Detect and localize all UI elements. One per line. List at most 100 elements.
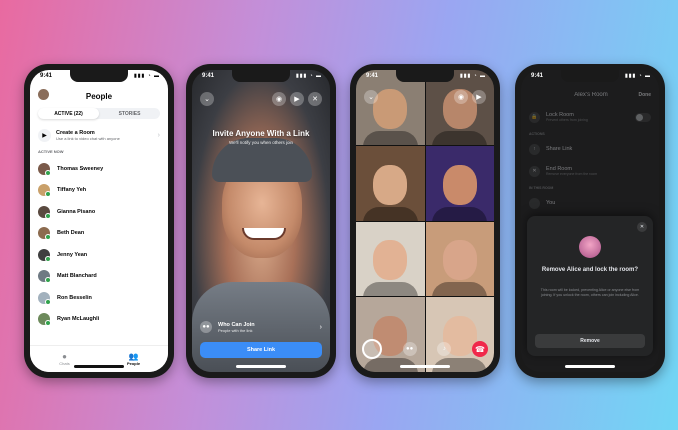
participant-face bbox=[373, 240, 408, 281]
tab-active[interactable]: ACTIVE (22) bbox=[38, 108, 99, 119]
list-item[interactable]: Ryan McLaughli bbox=[38, 309, 160, 331]
camera-flip-icon[interactable]: ◉ bbox=[454, 90, 468, 104]
signal-icons: ▮▮▮ ◔ ▬ bbox=[624, 73, 651, 79]
share-icon: ↑ bbox=[529, 143, 540, 155]
phone-invite-link: 9:41 ▮▮▮ ◔ ▬ ⌄ ◉ ▶ ✕ Invite Anyone With … bbox=[186, 64, 336, 378]
person-name: Gianna Pisano bbox=[57, 208, 96, 215]
list-item[interactable]: Matt Blanchard bbox=[38, 266, 160, 288]
microphone-icon[interactable]: ♪ bbox=[437, 342, 452, 356]
capture-button[interactable] bbox=[362, 339, 382, 359]
participant-you: You bbox=[546, 200, 556, 206]
list-item[interactable]: Tiffany Yeh bbox=[38, 180, 160, 202]
list-item[interactable]: Thomas Sweeney bbox=[38, 158, 160, 180]
share-link-row[interactable]: ↑ Share Link bbox=[529, 140, 651, 158]
video-grid bbox=[356, 70, 494, 372]
chevron-right-icon: › bbox=[157, 131, 160, 139]
share-link-label: Share Link bbox=[546, 146, 573, 152]
share-link-button[interactable]: Share Link bbox=[200, 342, 322, 358]
page-title: People bbox=[85, 91, 113, 101]
promo-stage: 9:41 ▮▮▮ ◔ ▬ People ACTIVE (22) STORIES … bbox=[0, 0, 678, 430]
close-icon: ✕ bbox=[529, 165, 540, 177]
home-indicator bbox=[74, 365, 124, 368]
participant-body bbox=[362, 130, 418, 145]
list-item[interactable]: Beth Dean bbox=[38, 223, 160, 245]
dialog-description: This room will be locked, preventing Ali… bbox=[540, 288, 640, 297]
invite-subheadline: We'll notify you when others join bbox=[228, 140, 294, 145]
collapse-icon[interactable]: ⌄ bbox=[364, 90, 378, 104]
status-time: 9:41 bbox=[40, 73, 53, 79]
list-item[interactable]: Jenny Yean bbox=[38, 244, 160, 266]
close-icon[interactable]: ✕ bbox=[637, 222, 647, 232]
lock-room-subtitle: Prevent others from joining bbox=[546, 118, 588, 122]
group-icon: ●● bbox=[200, 321, 212, 333]
end-call-icon[interactable]: ☎ bbox=[471, 341, 488, 357]
participant-you-row: You bbox=[529, 194, 651, 212]
person-name: Jenny Yean bbox=[57, 251, 88, 258]
done-button[interactable]: Done bbox=[639, 92, 652, 98]
home-indicator bbox=[565, 365, 615, 368]
close-icon[interactable]: ✕ bbox=[308, 92, 322, 106]
nav-bar: Alex's Room Done bbox=[531, 88, 651, 102]
video-call-screen: 9:41 ▮▮▮ ◔ ▬ ⌄ ◉ ▶ ●● ♪ ☎ bbox=[356, 70, 494, 372]
participant-body bbox=[432, 130, 488, 145]
lock-room-row[interactable]: 🔒 Lock Room Prevent others from joining bbox=[529, 108, 651, 126]
tab-stories[interactable]: STORIES bbox=[99, 108, 160, 119]
people-list: Thomas Sweeney Tiffany Yeh Gianna Pisano Be… bbox=[38, 158, 160, 330]
in-room-label: IN THIS ROOM bbox=[529, 186, 554, 190]
video-tile[interactable] bbox=[425, 145, 494, 221]
avatar bbox=[38, 248, 51, 262]
status-time: 9:41 bbox=[202, 73, 215, 79]
lock-icon: 🔒 bbox=[529, 111, 540, 123]
tab-chats[interactable]: ● Chats bbox=[30, 346, 99, 372]
person-name: Matt Blanchard bbox=[57, 273, 97, 280]
participants-icon[interactable]: ●● bbox=[402, 342, 417, 356]
avatar bbox=[38, 270, 51, 284]
camera-flip-icon[interactable]: ◉ bbox=[272, 92, 286, 106]
top-controls: ⌄ ◉ ▶ bbox=[364, 90, 486, 104]
home-indicator bbox=[236, 365, 286, 368]
chat-bubble-icon: ● bbox=[62, 351, 67, 361]
video-tile[interactable] bbox=[425, 221, 494, 297]
list-item[interactable]: Gianna Pisano bbox=[38, 201, 160, 223]
participant-face bbox=[442, 240, 477, 281]
phone-video-grid: 9:41 ▮▮▮ ◔ ▬ ⌄ ◉ ▶ ●● ♪ ☎ bbox=[350, 64, 500, 378]
room-settings-screen: 9:41 ▮▮▮ ◔ ▬ Alex's Room Done 🔒 Lock Roo… bbox=[521, 70, 659, 372]
end-room-row[interactable]: ✕ End Room Remove everyone from the room bbox=[529, 162, 651, 180]
create-room-subtitle: Use a link to video chat with anyone bbox=[56, 135, 120, 141]
avatar bbox=[579, 236, 601, 258]
status-time: 9:41 bbox=[366, 73, 379, 79]
signal-icons: ▮▮▮ ◔ ▬ bbox=[295, 73, 322, 79]
actions-label: ACTIONS bbox=[529, 132, 545, 136]
phone-people-list: 9:41 ▮▮▮ ◔ ▬ People ACTIVE (22) STORIES … bbox=[24, 64, 174, 378]
avatar bbox=[38, 313, 51, 327]
end-room-subtitle: Remove everyone from the room bbox=[546, 172, 598, 176]
video-tile[interactable] bbox=[356, 221, 425, 297]
avatar bbox=[38, 162, 51, 176]
participant-face bbox=[373, 164, 408, 205]
remove-dialog: ✕ Remove Alice and lock the room? This r… bbox=[527, 216, 653, 356]
create-room-row[interactable]: ▶ Create a Room Use a link to video chat… bbox=[38, 126, 160, 144]
top-controls: ⌄ ◉ ▶ ✕ bbox=[200, 92, 322, 106]
participant-body bbox=[432, 282, 488, 297]
person-name: Ron Besselin bbox=[57, 294, 92, 301]
video-tile[interactable] bbox=[425, 297, 494, 372]
invite-screen: 9:41 ▮▮▮ ◔ ▬ ⌄ ◉ ▶ ✕ Invite Anyone With … bbox=[192, 70, 330, 372]
avatar bbox=[38, 291, 51, 305]
collapse-icon[interactable]: ⌄ bbox=[200, 92, 214, 106]
tab-people[interactable]: 👥 People bbox=[99, 346, 168, 372]
status-time: 9:41 bbox=[531, 73, 544, 79]
people-screen: 9:41 ▮▮▮ ◔ ▬ People ACTIVE (22) STORIES … bbox=[30, 70, 168, 372]
video-tile[interactable] bbox=[356, 145, 425, 221]
video-tile[interactable] bbox=[356, 297, 425, 372]
tab-chats-label: Chats bbox=[59, 360, 70, 366]
lock-toggle[interactable] bbox=[635, 112, 651, 122]
list-item[interactable]: Ron Besselin bbox=[38, 287, 160, 309]
video-icon[interactable]: ▶ bbox=[290, 92, 304, 106]
who-can-join-row[interactable]: ●● Who Can Join People with the link › bbox=[200, 318, 322, 336]
person-smile bbox=[242, 228, 286, 240]
remove-button[interactable]: Remove bbox=[535, 334, 645, 348]
video-icon[interactable]: ▶ bbox=[472, 90, 486, 104]
status-bar: 9:41 ▮▮▮ ◔ ▬ bbox=[202, 73, 322, 83]
signal-icons: ▮▮▮ ◔ ▬ bbox=[133, 73, 160, 79]
section-label: ACTIVE NOW bbox=[38, 149, 64, 154]
